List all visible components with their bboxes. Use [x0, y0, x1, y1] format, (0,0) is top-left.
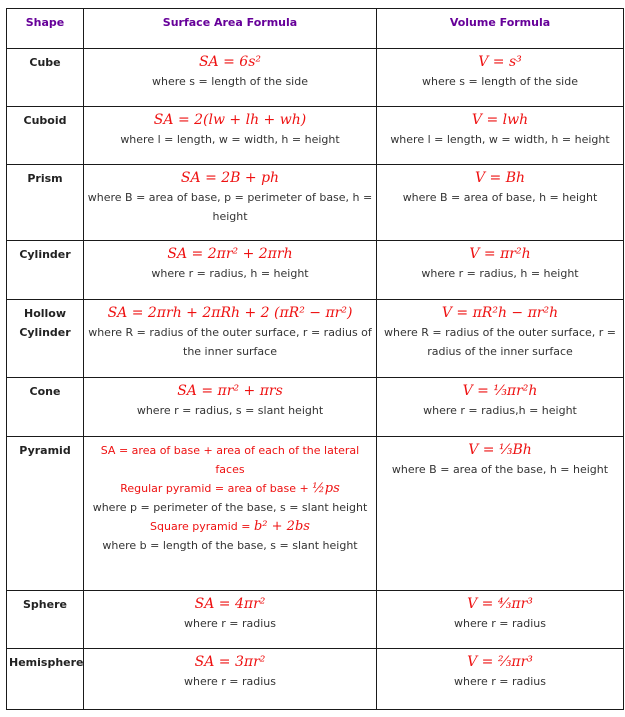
- sa-formula: SA = 2πrh + 2πRh + 2 (πR² − πr²): [107, 305, 353, 321]
- sa-square-pyramid-math: b² + 2bs: [253, 519, 310, 534]
- volume-cell: V = ⅔πr³ where r = radius: [376, 648, 624, 710]
- v-formula: V = lwh: [471, 112, 529, 128]
- sa-formula: SA = 6s²: [198, 54, 262, 70]
- sa-formula: SA = 2πr² + 2πrh: [167, 246, 293, 262]
- shape-name: Pyramid: [6, 436, 84, 591]
- table-row-prism: Prism SA = 2B + ph where B = area of bas…: [6, 164, 624, 241]
- surface-area-cell: SA = area of base + area of each of the …: [83, 436, 377, 591]
- volume-cell: V = s³ where s = length of the side: [376, 48, 624, 107]
- sa-formula: SA = 3πr²: [194, 654, 266, 670]
- table-row-cylinder: Cylinder SA = 2πr² + 2πrh where r = radi…: [6, 240, 624, 300]
- sa-description: where r = radius, h = height: [151, 267, 309, 280]
- volume-cell: V = πr²h where r = radius, h = height: [376, 240, 624, 300]
- table-row-pyramid: Pyramid SA = area of base + area of each…: [6, 436, 624, 591]
- v-description: where r = radius: [453, 675, 547, 688]
- sa-description: where r = radius: [183, 617, 277, 630]
- shape-name: Hollow Cylinder: [6, 299, 84, 378]
- sa-description: where R = radius of the outer surface, r…: [88, 326, 372, 358]
- sa-formula: SA = 4πr²: [194, 596, 266, 612]
- volume-cell: V = ⅓πr²h where r = radius,h = height: [376, 377, 624, 437]
- surface-area-cell: SA = 2πrh + 2πRh + 2 (πR² − πr²) where R…: [83, 299, 377, 378]
- shape-name: Sphere: [6, 590, 84, 649]
- shape-name: Cone: [6, 377, 84, 437]
- sa-regular-pyramid-description: where p = perimeter of the base, s = sla…: [92, 501, 368, 514]
- table-row-hollow-cylinder: Hollow Cylinder SA = 2πrh + 2πRh + 2 (πR…: [6, 299, 624, 378]
- surface-area-cell: SA = 6s² where s = length of the side: [83, 48, 377, 107]
- surface-area-cell: SA = 4πr² where r = radius: [83, 590, 377, 649]
- shape-name: Prism: [6, 164, 84, 241]
- v-formula: V = πR²h − πr²h: [441, 305, 559, 321]
- sa-description: where s = length of the side: [152, 75, 308, 88]
- shape-name: Cuboid: [6, 106, 84, 165]
- formulas-table: Shape Surface Area Formula Volume Formul…: [6, 8, 624, 710]
- v-description: where R = radius of the outer surface, r…: [384, 326, 616, 358]
- volume-cell: V = ⅓Bh where B = area of the base, h = …: [376, 436, 624, 591]
- v-description: where r = radius, h = height: [421, 267, 579, 280]
- table-row-hemisphere: Hemisphere SA = 3πr² where r = radius V …: [6, 648, 624, 710]
- v-formula: V = Bh: [474, 170, 526, 186]
- sa-description: where r = radius, s = slant height: [136, 404, 324, 417]
- v-formula: V = s³: [478, 54, 522, 70]
- v-formula: V = ⅓πr²h: [462, 383, 538, 399]
- header-shape: Shape: [6, 8, 84, 49]
- table-row-cone: Cone SA = πr² + πrs where r = radius, s …: [6, 377, 624, 437]
- v-description: where B = area of the base, h = height: [391, 463, 609, 476]
- sa-general-formula: SA = area of base + area of each of the …: [100, 444, 360, 476]
- surface-area-cell: SA = 2(lw + lh + wh) where l = length, w…: [83, 106, 377, 165]
- surface-area-cell: SA = 2B + ph where B = area of base, p =…: [83, 164, 377, 241]
- sa-formula: SA = πr² + πrs: [177, 383, 283, 399]
- volume-cell: V = Bh where B = area of base, h = heigh…: [376, 164, 624, 241]
- table-row-sphere: Sphere SA = 4πr² where r = radius V = ⁴⁄…: [6, 590, 624, 649]
- sa-description: where B = area of base, p = perimeter of…: [87, 191, 373, 223]
- v-formula: V = πr²h: [469, 246, 531, 262]
- volume-cell: V = ⁴⁄₃πr³ where r = radius: [376, 590, 624, 649]
- surface-area-cell: SA = 2πr² + 2πrh where r = radius, h = h…: [83, 240, 377, 300]
- volume-cell: V = πR²h − πr²h where R = radius of the …: [376, 299, 624, 378]
- header-row: Shape Surface Area Formula Volume Formul…: [6, 8, 624, 49]
- table-row-cuboid: Cuboid SA = 2(lw + lh + wh) where l = le…: [6, 106, 624, 165]
- header-surface-area: Surface Area Formula: [83, 8, 377, 49]
- shape-name: Cube: [6, 48, 84, 107]
- sa-regular-pyramid-label: Regular pyramid = area of base +: [120, 482, 313, 495]
- sa-description: where r = radius: [183, 675, 277, 688]
- v-description: where B = area of base, h = height: [402, 191, 598, 204]
- sa-description: where l = length, w = width, h = height: [120, 133, 340, 146]
- surface-area-cell: SA = 3πr² where r = radius: [83, 648, 377, 710]
- sa-square-pyramid-label: Square pyramid =: [150, 520, 254, 533]
- sa-formula: SA = 2B + ph: [180, 170, 280, 186]
- v-description: where r = radius: [453, 617, 547, 630]
- v-description: where s = length of the side: [422, 75, 578, 88]
- sa-regular-pyramid-math: ½ps: [312, 481, 340, 496]
- sa-square-pyramid-description: where b = length of the base, s = slant …: [102, 539, 358, 552]
- shape-name: Hemisphere: [6, 648, 84, 710]
- v-formula: V = ⅓Bh: [468, 442, 532, 458]
- v-description: where r = radius,h = height: [423, 404, 577, 417]
- shape-name: Cylinder: [6, 240, 84, 300]
- v-formula: V = ⅔πr³: [467, 654, 533, 670]
- header-volume: Volume Formula: [376, 8, 624, 49]
- sa-regular-pyramid-formula: Regular pyramid = area of base + ½ps: [86, 479, 374, 498]
- sa-square-pyramid-formula: Square pyramid = b² + 2bs: [86, 517, 374, 536]
- sa-formula: SA = 2(lw + lh + wh): [153, 112, 307, 128]
- volume-cell: V = lwh where l = length, w = width, h =…: [376, 106, 624, 165]
- surface-area-cell: SA = πr² + πrs where r = radius, s = sla…: [83, 377, 377, 437]
- table-row-cube: Cube SA = 6s² where s = length of the si…: [6, 48, 624, 107]
- v-description: where l = length, w = width, h = height: [390, 133, 610, 146]
- v-formula: V = ⁴⁄₃πr³: [467, 596, 533, 612]
